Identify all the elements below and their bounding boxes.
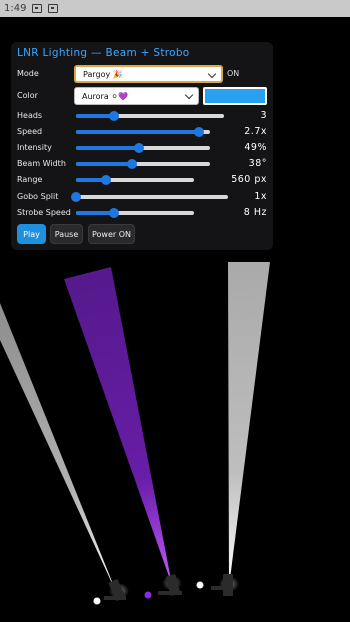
strobe-speed-value: 8 Hz	[243, 207, 267, 218]
color-label: Color	[17, 91, 38, 100]
speed-slider-thumb[interactable]	[194, 126, 205, 137]
beam-right	[228, 262, 270, 587]
status-time: 1:49	[4, 3, 27, 14]
beam-width-label: Beam Width	[17, 159, 66, 168]
heads-label: Heads	[17, 111, 43, 120]
fixture-center-dot	[144, 591, 152, 599]
intensity-slider-fill	[76, 146, 139, 150]
play-button[interactable]: Play	[17, 224, 46, 244]
range-slider-thumb[interactable]	[100, 174, 111, 185]
notification-icon	[48, 4, 59, 13]
chevron-down-icon	[207, 69, 217, 79]
beam-width-slider-fill	[76, 162, 133, 166]
beam-width-value: 38°	[248, 158, 267, 169]
speed-slider[interactable]	[76, 126, 210, 137]
lighting-stage: LNR Lighting — Beam + Strobo Mode Pargoy…	[0, 17, 350, 622]
mode-label: Mode	[17, 69, 39, 78]
intensity-value: 49%	[244, 142, 267, 153]
strobe-speed-slider[interactable]	[76, 207, 194, 218]
heads-value: 3	[260, 110, 267, 121]
strobe-speed-label: Strobe Speed	[17, 208, 71, 217]
intensity-label: Intensity	[17, 143, 52, 152]
range-slider[interactable]	[76, 174, 194, 185]
color-swatch[interactable]	[203, 87, 267, 105]
gobo-split-label: Gobo Split	[17, 192, 59, 201]
color-select[interactable]: Aurora ⚪💜	[74, 87, 199, 105]
power-button[interactable]: Power ON	[88, 224, 135, 244]
panel-title: LNR Lighting — Beam + Strobo	[17, 47, 190, 59]
image-icon	[32, 4, 43, 13]
color-select-value: Aurora ⚪💜	[82, 91, 128, 101]
strobe-speed-slider-thumb[interactable]	[108, 207, 119, 218]
beam-width-slider-thumb[interactable]	[127, 158, 138, 169]
mode-toggle-label[interactable]: ON	[227, 69, 239, 78]
heads-slider-thumb[interactable]	[109, 110, 120, 121]
speed-label: Speed	[17, 127, 43, 136]
intensity-slider-thumb[interactable]	[133, 142, 144, 153]
pause-button[interactable]: Pause	[50, 224, 83, 244]
gobo-split-value: 1x	[254, 191, 267, 202]
beam-center	[64, 267, 172, 585]
range-value: 560 px	[231, 174, 267, 185]
status-bar: 1:49	[0, 0, 350, 17]
mode-select[interactable]: Pargoy 🎉	[74, 65, 223, 83]
mode-select-value: Pargoy 🎉	[83, 69, 123, 79]
fixture-left-dot	[93, 597, 101, 605]
gobo-split-slider-thumb[interactable]	[71, 191, 81, 202]
beam-width-slider[interactable]	[76, 158, 210, 169]
intensity-slider[interactable]	[76, 142, 210, 153]
fixture-right-dot	[196, 581, 204, 589]
speed-slider-fill	[76, 130, 200, 134]
speed-value: 2.7x	[244, 126, 267, 137]
gobo-split-slider[interactable]	[71, 191, 228, 202]
range-label: Range	[17, 175, 43, 184]
fixture-right	[196, 574, 233, 596]
chevron-down-icon	[184, 90, 194, 100]
control-panel: LNR Lighting — Beam + Strobo Mode Pargoy…	[11, 42, 273, 250]
heads-slider[interactable]	[76, 110, 224, 121]
